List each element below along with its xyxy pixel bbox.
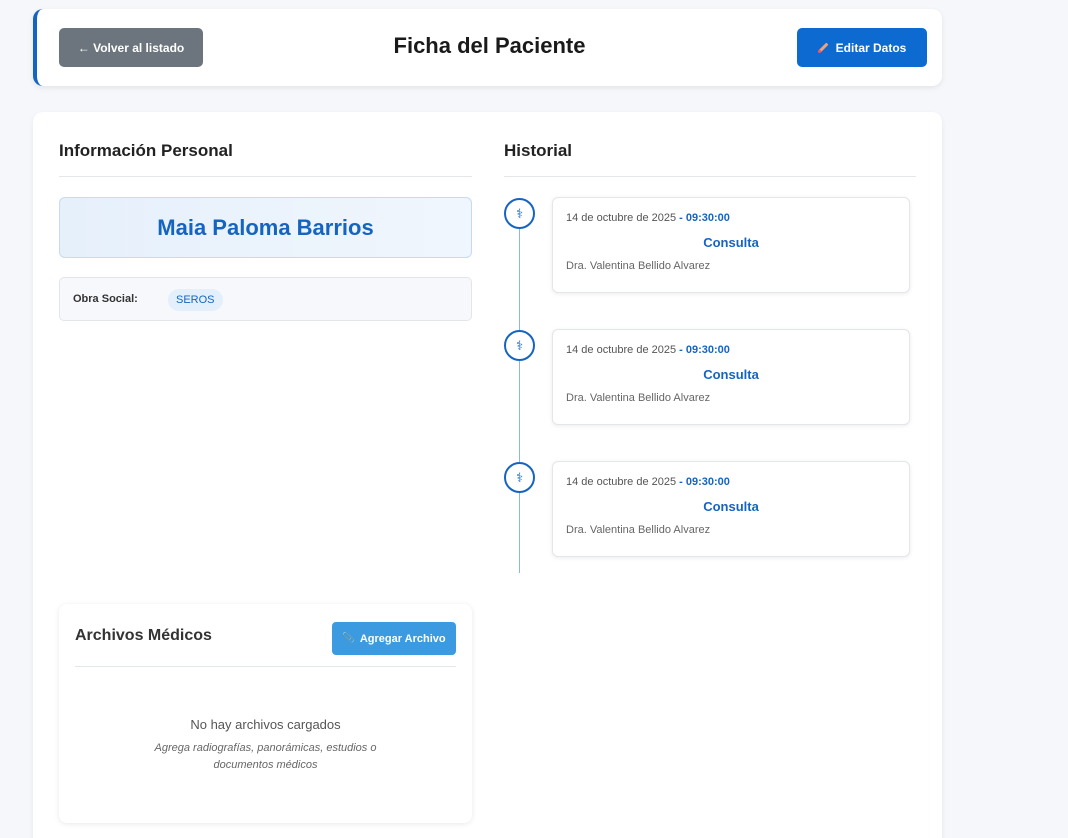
history-date-text: 14 de octubre de 2025: [566, 476, 677, 488]
caduceus-icon: ⚕: [504, 198, 535, 229]
pencil-icon: [817, 43, 828, 53]
history-doctor: Dra. Valentina Bellido Alvarez: [566, 524, 711, 536]
history-date: 14 de octubre de 2025 - 09:30:00: [566, 212, 730, 224]
history-entry[interactable]: 14 de octubre de 2025 - 09:30:00 Consult…: [552, 197, 910, 293]
history-doctor: Dra. Valentina Bellido Alvarez: [566, 392, 711, 404]
medical-files-card: Archivos Médicos 📎 Agregar Archivo No ha…: [59, 604, 472, 823]
history-date: 14 de octubre de 2025 - 09:30:00: [566, 344, 730, 356]
history-time: - 09:30:00: [679, 344, 730, 356]
patient-detail-card: Información Personal Maia Paloma Barrios…: [33, 112, 942, 838]
history-type: Consulta: [703, 499, 759, 514]
empty-files-hint: Agrega radiografías, panorámicas, estudi…: [154, 742, 377, 771]
header-card: ← Volver al listado Ficha del Paciente E…: [33, 9, 942, 86]
patient-name: Maia Paloma Barrios: [157, 214, 374, 240]
obra-social-label: Obra Social:: [73, 293, 138, 305]
patient-name-box: Maia Paloma Barrios: [59, 197, 472, 258]
history-doctor: Dra. Valentina Bellido Alvarez: [566, 260, 711, 272]
history-type: Consulta: [703, 367, 759, 382]
history-entry[interactable]: 14 de octubre de 2025 - 09:30:00 Consult…: [552, 461, 910, 557]
back-button-label: ← Volver al listado: [77, 40, 185, 55]
timeline-line: [519, 213, 520, 573]
history-type: Consulta: [703, 235, 759, 250]
history-date: 14 de octubre de 2025 - 09:30:00: [566, 476, 730, 488]
personal-info-divider: [59, 176, 472, 177]
medical-files-title: Archivos Médicos: [75, 627, 212, 644]
historial-title: Historial: [504, 141, 573, 160]
history-time: - 09:30:00: [679, 212, 730, 224]
caduceus-icon: ⚕: [504, 330, 535, 361]
edit-button-label: Editar Datos: [835, 40, 907, 55]
back-to-list-button[interactable]: ← Volver al listado: [59, 28, 203, 67]
historial-divider: [504, 176, 916, 177]
history-time: - 09:30:00: [679, 476, 730, 488]
add-file-label: Agregar Archivo: [359, 632, 446, 645]
history-date-text: 14 de octubre de 2025: [566, 212, 677, 224]
history-date-text: 14 de octubre de 2025: [566, 344, 677, 356]
medical-files-divider: [75, 666, 456, 667]
history-entry[interactable]: 14 de octubre de 2025 - 09:30:00 Consult…: [552, 329, 910, 425]
obra-social-badge: SEROS: [168, 289, 223, 311]
empty-files-message: No hay archivos cargados: [190, 717, 341, 732]
obra-social-row: Obra Social: SEROS: [59, 277, 472, 321]
edit-data-button[interactable]: Editar Datos: [797, 28, 927, 67]
personal-info-title: Información Personal: [59, 141, 233, 160]
caduceus-icon: ⚕: [504, 462, 535, 493]
paperclip-icon: 📎: [342, 633, 355, 644]
add-file-button[interactable]: 📎 Agregar Archivo: [332, 622, 456, 655]
